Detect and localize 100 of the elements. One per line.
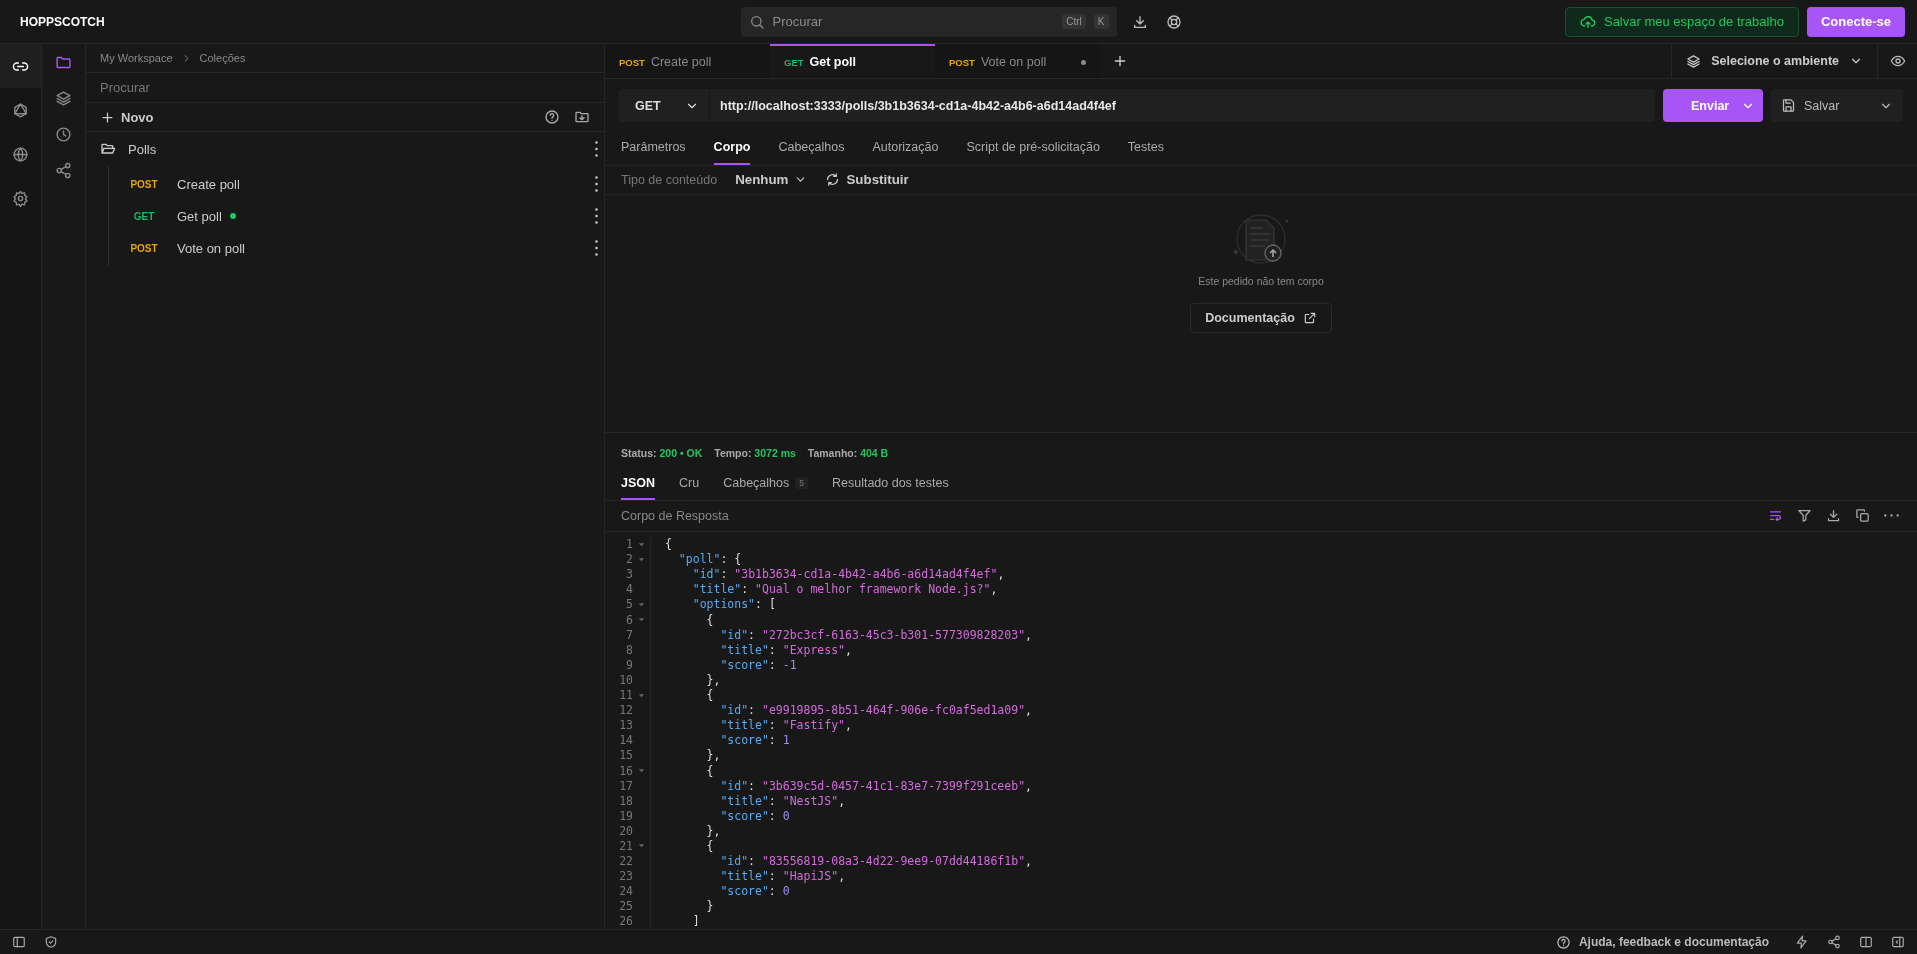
line-number: 18 bbox=[619, 793, 633, 808]
status-text: Tamanho: 404 B bbox=[807, 446, 889, 459]
code-line: "score": 1 bbox=[719, 733, 790, 748]
environment-select[interactable]: Selecione o ambiente bbox=[1671, 44, 1877, 79]
external-link-icon bbox=[1302, 310, 1317, 325]
line-number: 9 bbox=[626, 657, 633, 672]
panel-right-icon bbox=[1891, 935, 1905, 949]
request-item[interactable]: GET Get poll bbox=[109, 200, 604, 232]
method-select[interactable]: GET bbox=[619, 89, 709, 123]
download-icon bbox=[1826, 508, 1841, 524]
layers-icon bbox=[1686, 53, 1702, 69]
content-type-label: Tipo de conteúdo bbox=[621, 172, 718, 187]
search-field[interactable]: Procurar bbox=[86, 73, 604, 103]
line-number: 24 bbox=[619, 884, 633, 899]
folder-import-icon bbox=[574, 109, 590, 125]
share-icon bbox=[1827, 935, 1841, 949]
wrap-icon bbox=[1768, 508, 1783, 524]
code-line: "id": "e9919895-8b51-464f-906e-fc0af5ed1a09", bbox=[719, 703, 1032, 718]
clock-icon bbox=[55, 125, 72, 143]
save-workspace-button[interactable]: Salvar meu espaço de trabalho bbox=[1564, 6, 1799, 37]
tab[interactable]: Parâmetros bbox=[621, 132, 686, 165]
request-item[interactable]: POST Create poll bbox=[109, 168, 604, 200]
response-tab[interactable]: Resultado dos testes bbox=[831, 468, 949, 500]
tab[interactable]: Script de pré-solicitação bbox=[966, 132, 1100, 165]
line-number: 13 bbox=[619, 718, 633, 733]
code-line: "id": "3b639c5d-0457-41c1-83e7-7399f291ceeb", bbox=[719, 778, 1032, 793]
line-number: 17 bbox=[619, 778, 633, 793]
code-line: { bbox=[705, 839, 714, 853]
code-line: "title": "Fastify", bbox=[719, 718, 852, 733]
code-line: "score": -1 bbox=[719, 657, 797, 672]
tab[interactable]: Cabeçalhos bbox=[778, 132, 845, 165]
line-number: 5 bbox=[626, 597, 633, 612]
new-button[interactable]: Novo bbox=[100, 109, 534, 125]
filter-icon bbox=[1797, 508, 1812, 524]
code-line: "score": 0 bbox=[719, 808, 790, 823]
response-tab[interactable]: Cru bbox=[679, 468, 700, 500]
line-number: 10 bbox=[619, 672, 633, 687]
cloud-upload-icon bbox=[1579, 13, 1596, 30]
code-line: } bbox=[705, 899, 714, 914]
tab[interactable]: Corpo bbox=[713, 132, 751, 165]
globe-icon bbox=[12, 145, 29, 163]
refresh-icon bbox=[825, 172, 841, 188]
help-icon bbox=[1555, 934, 1571, 950]
shortcut-key: Ctrl bbox=[1062, 14, 1086, 29]
send-button[interactable]: Enviar bbox=[1663, 89, 1763, 123]
line-number: 16 bbox=[619, 763, 633, 778]
code-line: }, bbox=[705, 748, 721, 763]
empty-message: Este pedido não tem corpo bbox=[1198, 274, 1324, 287]
lightning-icon bbox=[1795, 935, 1809, 949]
line-number: 8 bbox=[626, 642, 633, 657]
lifebuoy-icon bbox=[1165, 13, 1182, 30]
content-type-select[interactable]: Nenhum bbox=[735, 172, 808, 188]
code-line: "id": "3b1b3634-cd1a-4b42-a4b6-a6d14ad4f4ef", bbox=[691, 567, 1005, 582]
code-line: "title": "Qual o melhor framework Node.js?", bbox=[691, 582, 998, 597]
line-number: 22 bbox=[619, 854, 633, 869]
count-badge: 5 bbox=[795, 477, 808, 490]
search-icon bbox=[748, 13, 765, 30]
override-button[interactable]: Substituir bbox=[825, 172, 909, 188]
breadcrumb-item[interactable]: Coleções bbox=[199, 52, 246, 64]
line-number: 2 bbox=[626, 552, 633, 567]
help-button[interactable]: Ajuda, feedback e documentação bbox=[1555, 934, 1769, 950]
settings-icon bbox=[12, 189, 29, 207]
url-field[interactable]: http://localhost:3333/polls/3b1b3634-cd1a-4b42-a4b6-a6d14ad4f4ef bbox=[709, 89, 1655, 123]
app-logo: HOPPSCOTCH bbox=[20, 14, 105, 29]
code-line: { bbox=[705, 688, 714, 703]
line-number: 19 bbox=[619, 808, 633, 823]
search-field[interactable]: Procurar Ctrl K bbox=[740, 6, 1117, 37]
code-line: ] bbox=[691, 914, 700, 929]
fold-caret-icon[interactable] bbox=[637, 600, 646, 609]
request-item[interactable]: POST Vote on poll bbox=[109, 232, 604, 264]
code-line: "title": "HapiJS", bbox=[719, 869, 846, 884]
line-number: 20 bbox=[619, 823, 633, 838]
kebab-icon bbox=[595, 240, 598, 256]
code-line: "title": "Express", bbox=[719, 642, 852, 657]
line-number: 4 bbox=[626, 582, 633, 597]
line-number: 25 bbox=[619, 899, 633, 914]
download-icon bbox=[1131, 13, 1148, 30]
plus-icon bbox=[100, 109, 115, 125]
line-number: 11 bbox=[619, 688, 633, 703]
breadcrumb-item[interactable]: My Workspace bbox=[100, 52, 173, 64]
save-button[interactable]: Salvar bbox=[1771, 89, 1903, 123]
documentation-button[interactable]: Documentação bbox=[1190, 302, 1332, 333]
response-tab[interactable]: Cabeçalhos 5 bbox=[723, 468, 808, 500]
columns-icon bbox=[1859, 935, 1873, 949]
tab[interactable]: Testes bbox=[1127, 132, 1164, 165]
login-button[interactable]: Conecte-se bbox=[1806, 6, 1905, 37]
graphql-icon bbox=[12, 101, 29, 119]
collection-item[interactable]: Polls bbox=[86, 132, 604, 166]
code-line: "score": 0 bbox=[719, 884, 790, 899]
code-line: "title": "NestJS", bbox=[719, 793, 846, 808]
layers-icon bbox=[55, 89, 72, 107]
code-line: }, bbox=[705, 823, 721, 838]
line-number: 23 bbox=[619, 869, 633, 884]
code-line: "id": "272bc3cf-6163-45c3-b301-577309828203", bbox=[719, 627, 1032, 642]
empty-document-drawing bbox=[1233, 212, 1289, 267]
status-text: Tempo: 3072 ms bbox=[714, 446, 796, 459]
tab[interactable]: Autorização bbox=[872, 132, 939, 165]
line-number: 21 bbox=[619, 839, 633, 853]
response-tab[interactable]: JSON bbox=[621, 468, 656, 500]
fold-caret-icon[interactable] bbox=[637, 766, 646, 775]
